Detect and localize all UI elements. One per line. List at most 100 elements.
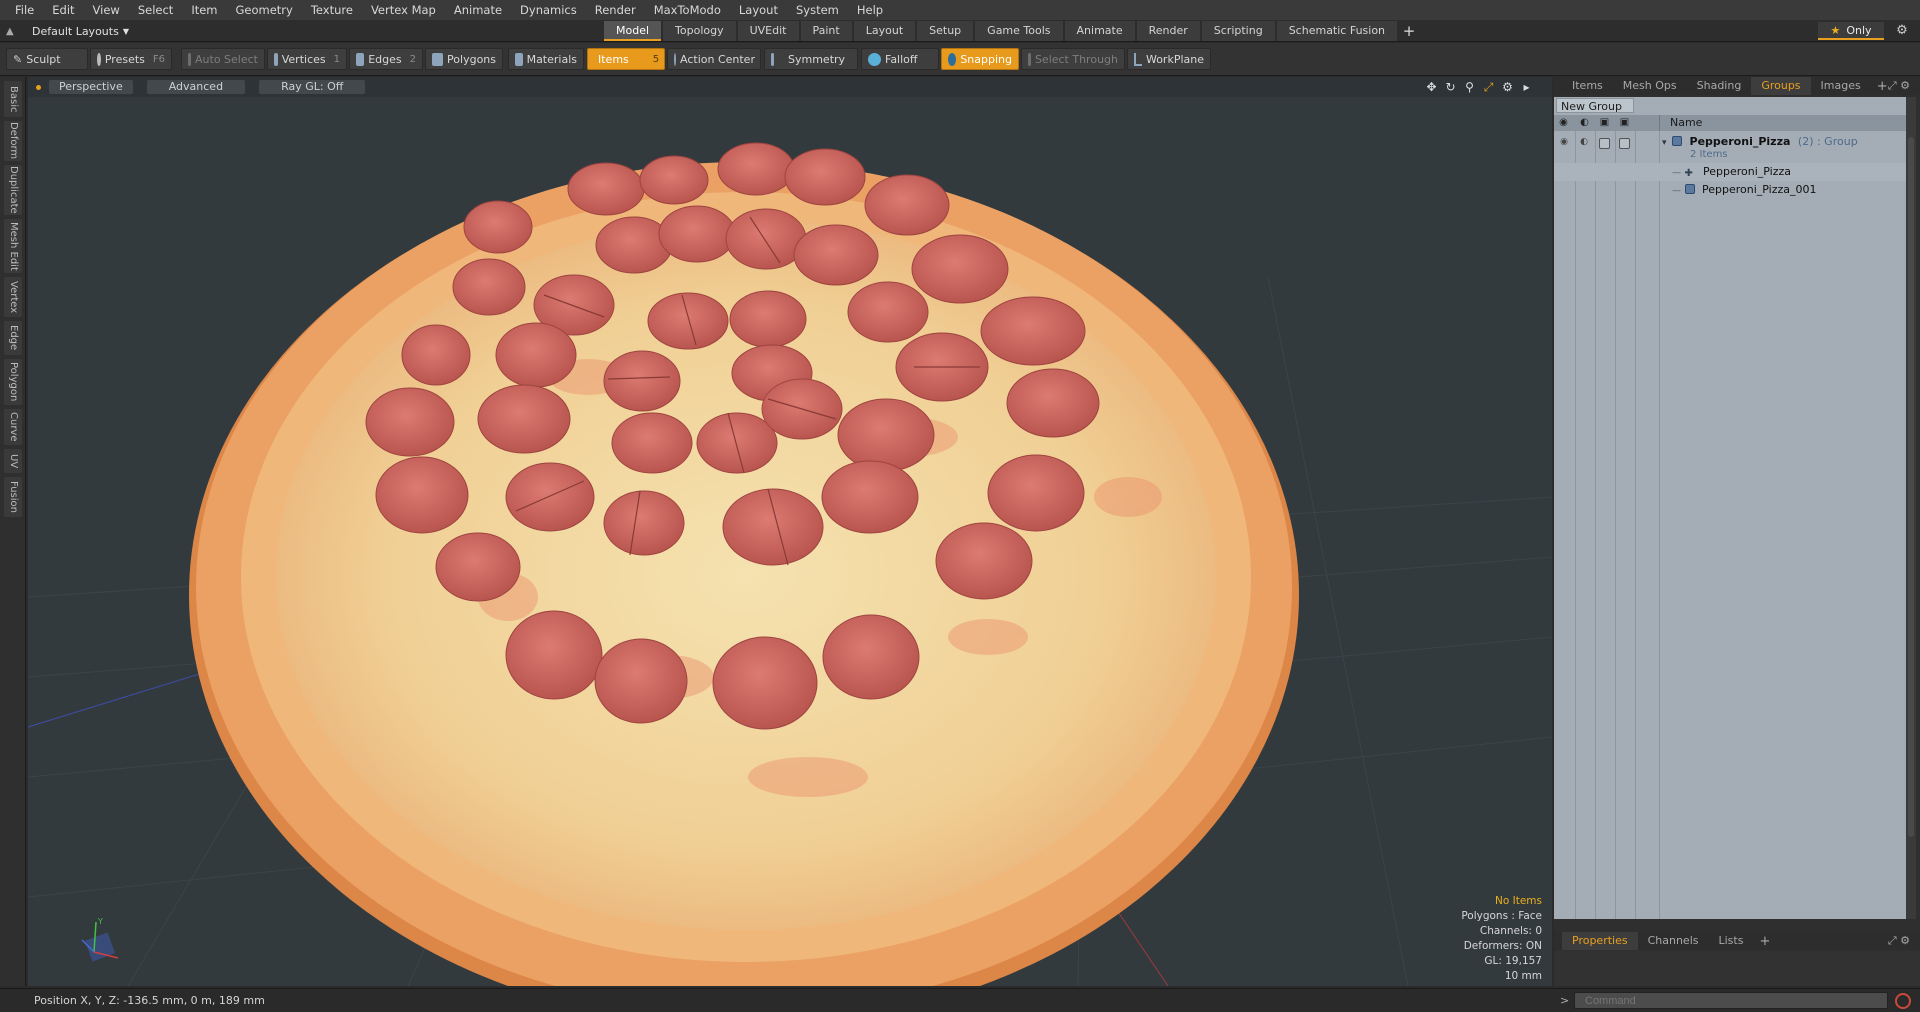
left-tab-mesh-edit[interactable]: Mesh Edit xyxy=(4,219,22,273)
layout-selector[interactable]: ▲ Default Layouts ▼ xyxy=(6,22,129,40)
column-divider xyxy=(1575,131,1576,919)
group-child-row[interactable]: — Pepperoni_Pizza_001 xyxy=(1554,181,1906,199)
command-input[interactable] xyxy=(1574,992,1888,1009)
menu-animate[interactable]: Animate xyxy=(445,0,511,20)
menu-select[interactable]: Select xyxy=(129,0,182,20)
command-history-icon[interactable]: > xyxy=(1560,994,1569,1007)
workplane-button[interactable]: WorkPlane xyxy=(1127,48,1211,70)
left-tab-vertex[interactable]: Vertex xyxy=(4,277,22,317)
maximize-icon[interactable]: ⤢ xyxy=(1479,80,1498,95)
presets-button[interactable]: Presets F6 xyxy=(90,48,172,70)
menu-edit[interactable]: Edit xyxy=(43,0,83,20)
left-tab-polygon[interactable]: Polygon xyxy=(4,359,22,405)
tab-groups[interactable]: Groups xyxy=(1751,77,1811,95)
pizza-model[interactable] xyxy=(28,77,1552,986)
menu-maxtomodo[interactable]: MaxToModo xyxy=(645,0,730,20)
properties-expand-icon[interactable]: ⤢ ⚙ xyxy=(1888,934,1910,948)
add-properties-tab-icon[interactable]: + xyxy=(1753,934,1776,949)
left-tab-uv[interactable]: UV xyxy=(4,449,22,473)
3d-viewport[interactable]: Perspective Advanced Ray GL: Off ✥ ↻ ⚲ ⤢… xyxy=(28,77,1552,986)
tab-uvedit[interactable]: UVEdit xyxy=(737,21,799,41)
left-tab-deform[interactable]: Deform xyxy=(4,121,22,161)
tab-layout[interactable]: Layout xyxy=(853,21,916,41)
add-tab-icon[interactable]: + xyxy=(1399,21,1419,41)
select-checkbox[interactable] xyxy=(1619,138,1630,149)
raygl-button[interactable]: Ray GL: Off xyxy=(259,80,366,94)
column-divider xyxy=(1595,131,1596,919)
sculpt-button[interactable]: ✎ Sculpt xyxy=(6,48,88,70)
symmetry-button[interactable]: Symmetry xyxy=(764,48,858,70)
polygons-button[interactable]: Polygons xyxy=(425,48,503,70)
menu-layout[interactable]: Layout xyxy=(730,0,787,20)
materials-button[interactable]: Materials xyxy=(508,48,584,70)
left-tab-curve[interactable]: Curve xyxy=(4,409,22,445)
left-tab-basic[interactable]: Basic xyxy=(4,81,22,117)
tab-items[interactable]: Items xyxy=(1562,77,1613,95)
render-col-icon[interactable]: ◐ xyxy=(1578,117,1591,129)
expand-icon[interactable]: ⤢ ⚙ xyxy=(1888,79,1910,93)
left-tab-fusion[interactable]: Fusion xyxy=(4,477,22,517)
pan-icon[interactable]: ✥ xyxy=(1422,80,1441,95)
tab-schematic-fusion[interactable]: Schematic Fusion xyxy=(1276,21,1398,41)
group-child-row[interactable]: — ✚ Pepperoni_Pizza xyxy=(1554,163,1906,181)
name-column-header[interactable]: Name xyxy=(1659,115,1702,131)
select-col-icon[interactable]: ▣ xyxy=(1618,117,1631,129)
tab-paint[interactable]: Paint xyxy=(800,21,852,41)
menu-vertex-map[interactable]: Vertex Map xyxy=(362,0,445,20)
rotate-icon[interactable]: ↻ xyxy=(1441,80,1460,95)
render-toggle-icon[interactable]: ◐ xyxy=(1578,137,1590,148)
visibility-col-icon[interactable]: ◉ xyxy=(1557,117,1570,129)
vertices-button[interactable]: Vertices 1 xyxy=(267,48,347,70)
scrollbar-thumb[interactable] xyxy=(1908,137,1914,837)
collapse-icon[interactable]: ▲ xyxy=(6,26,18,37)
zoom-icon[interactable]: ⚲ xyxy=(1460,80,1479,95)
menu-geometry[interactable]: Geometry xyxy=(227,0,302,20)
action-center-label: Action Center xyxy=(680,52,755,66)
tab-mesh-ops[interactable]: Mesh Ops xyxy=(1613,77,1687,95)
tab-scripting[interactable]: Scripting xyxy=(1201,21,1275,41)
tab-animate[interactable]: Animate xyxy=(1064,21,1135,41)
menu-file[interactable]: File xyxy=(6,0,43,20)
tab-lists[interactable]: Lists xyxy=(1709,932,1754,950)
shading-button[interactable]: Advanced xyxy=(146,80,246,94)
view-type-button[interactable]: Perspective xyxy=(49,80,133,94)
menu-texture[interactable]: Texture xyxy=(302,0,362,20)
tab-game-tools[interactable]: Game Tools xyxy=(975,21,1063,41)
lock-checkbox[interactable] xyxy=(1599,138,1610,149)
lock-col-icon[interactable]: ▣ xyxy=(1598,117,1611,129)
tab-images[interactable]: Images xyxy=(1811,77,1871,95)
menu-dynamics[interactable]: Dynamics xyxy=(511,0,586,20)
menu-system[interactable]: System xyxy=(787,0,848,20)
menu-item[interactable]: Item xyxy=(182,0,226,20)
menu-render[interactable]: Render xyxy=(586,0,645,20)
tab-model[interactable]: Model xyxy=(604,21,662,41)
tab-topology[interactable]: Topology xyxy=(663,21,736,41)
snapping-button[interactable]: Snapping xyxy=(941,48,1019,70)
groups-scrollbar[interactable] xyxy=(1906,97,1916,919)
record-macro-icon[interactable] xyxy=(1895,993,1911,1009)
group-row[interactable]: ◉ ◐ ▾ Pepperoni_Pizza (2) : Group 2 Item… xyxy=(1554,133,1906,163)
play-icon[interactable]: ▸ xyxy=(1517,80,1536,95)
tab-shading[interactable]: Shading xyxy=(1687,77,1752,95)
tab-render[interactable]: Render xyxy=(1136,21,1200,41)
viewport-settings-icon[interactable]: ⚙ xyxy=(1498,80,1517,95)
action-center-button[interactable]: Action Center xyxy=(667,48,761,70)
tab-channels[interactable]: Channels xyxy=(1638,932,1709,950)
auto-select-button[interactable]: Auto Select xyxy=(181,48,265,70)
falloff-button[interactable]: Falloff xyxy=(861,48,939,70)
items-button[interactable]: Items 5 xyxy=(587,48,665,70)
layout-selector-label: Default Layouts xyxy=(32,24,119,38)
select-through-button[interactable]: Select Through xyxy=(1021,48,1125,70)
edges-button[interactable]: Edges 2 xyxy=(349,48,423,70)
visibility-eye-icon[interactable]: ◉ xyxy=(1558,137,1570,148)
new-group-button[interactable]: New Group xyxy=(1556,98,1634,113)
left-tab-duplicate[interactable]: Duplicate xyxy=(4,165,22,215)
gear-icon[interactable]: ⚙ xyxy=(1893,22,1911,40)
menu-help[interactable]: Help xyxy=(848,0,892,20)
expand-tree-icon[interactable]: ▾ xyxy=(1662,138,1667,148)
menu-view[interactable]: View xyxy=(84,0,129,20)
left-tab-edge[interactable]: Edge xyxy=(4,321,22,355)
tab-properties[interactable]: Properties xyxy=(1562,932,1638,950)
tab-setup[interactable]: Setup xyxy=(917,21,974,41)
only-button[interactable]: ★ Only xyxy=(1818,22,1884,40)
